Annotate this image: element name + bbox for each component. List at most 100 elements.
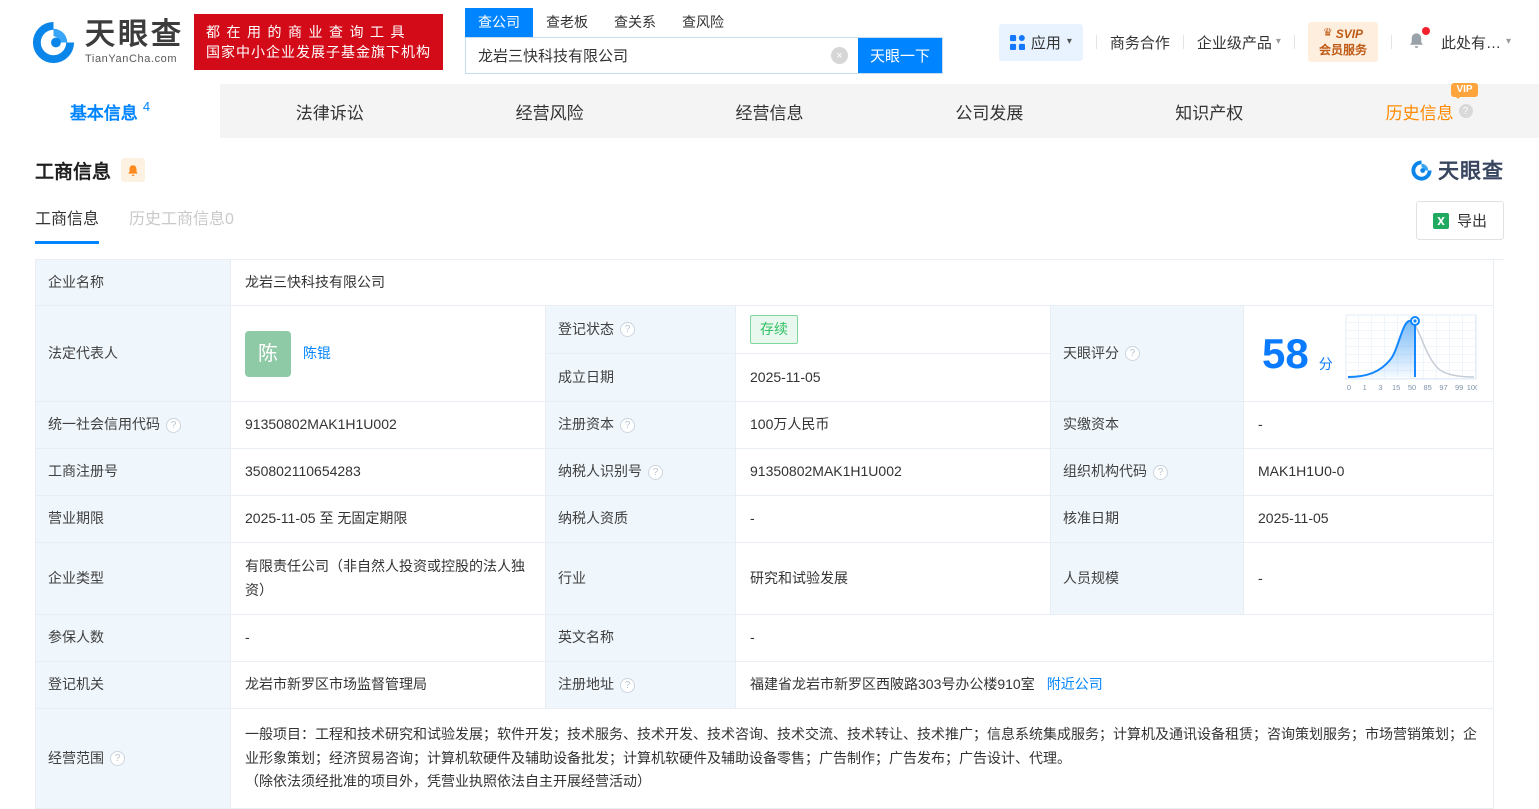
- tab-operating-info[interactable]: 经营信息: [660, 84, 880, 138]
- field-label: 组织机构代码: [1051, 449, 1244, 496]
- score-distribution-chart: 0 1 3 15 50 85 97 99 100: [1345, 314, 1477, 392]
- help-icon: [1458, 104, 1473, 118]
- chevron-down-icon: [1506, 37, 1511, 47]
- help-icon[interactable]: [648, 464, 663, 480]
- tab-history-info-label: 历史信息: [1385, 103, 1454, 123]
- divider: [1095, 35, 1097, 49]
- approval-date-value: 2025-11-05: [1244, 496, 1494, 543]
- svip-sublabel: 会员服务: [1318, 43, 1367, 57]
- field-label: 经营范围: [36, 709, 231, 809]
- search-input[interactable]: [466, 38, 821, 73]
- search-box: 天眼一下: [465, 37, 943, 74]
- field-label: 天眼评分: [1051, 306, 1244, 402]
- legal-rep-link[interactable]: 陈锟: [303, 342, 331, 366]
- apps-menu[interactable]: 应用: [998, 23, 1083, 61]
- field-label: 注册地址: [546, 662, 736, 709]
- search-tab-boss[interactable]: 查老板: [533, 8, 601, 37]
- tab-intellectual-property[interactable]: 知识产权: [1099, 84, 1319, 138]
- search-area: 查公司 查老板 查关系 查风险 天眼一下: [465, 8, 943, 74]
- staff-size-value: -: [1244, 543, 1494, 615]
- company-type-value: 有限责任公司（非自然人投资或控股的法人独资）: [231, 543, 546, 615]
- field-label: 核准日期: [1051, 496, 1244, 543]
- watermark-logo: 天眼查: [1410, 155, 1504, 185]
- svg-text:99: 99: [1455, 383, 1463, 392]
- field-label: 人员规模: [1051, 543, 1244, 615]
- tab-legal-proceedings[interactable]: 法律诉讼: [220, 84, 440, 138]
- help-icon[interactable]: [620, 322, 635, 337]
- nav-enterprise-products[interactable]: 企业级产品: [1197, 32, 1281, 53]
- field-label: 登记机关: [36, 662, 231, 709]
- search-button[interactable]: 天眼一下: [858, 38, 942, 73]
- help-icon[interactable]: [110, 751, 125, 766]
- watermark-text: 天眼查: [1438, 160, 1504, 183]
- field-label: 英文名称: [546, 615, 736, 662]
- reg-status-value: 存续: [736, 306, 1051, 354]
- org-code-value: MAK1H1U0-0: [1244, 449, 1494, 496]
- user-menu-label: 此处有…: [1440, 34, 1501, 52]
- subscribe-bell-button[interactable]: [121, 158, 146, 182]
- export-button[interactable]: 导出: [1415, 201, 1504, 240]
- help-icon[interactable]: [1153, 464, 1168, 480]
- subtab-business-info[interactable]: 工商信息: [35, 205, 100, 244]
- legal-rep-cell: 陈 陈锟: [231, 306, 546, 402]
- svg-text:100: 100: [1466, 383, 1476, 392]
- tab-operating-risk[interactable]: 经营风险: [440, 84, 660, 138]
- tab-basic-info-count: 4: [142, 98, 151, 114]
- field-label: 参保人数: [36, 615, 231, 662]
- nav-enterprise-products-label: 企业级产品: [1196, 34, 1272, 52]
- business-scope-value: 一般项目：工程和技术研究和试验发展；软件开发；技术服务、技术开发、技术咨询、技术…: [231, 709, 1494, 809]
- slogan-line1: 都在用的商业查询工具: [206, 23, 411, 40]
- paid-capital-value: -: [1244, 402, 1494, 449]
- clear-search-icon[interactable]: [831, 47, 848, 64]
- user-menu[interactable]: 此处有…: [1441, 32, 1511, 53]
- export-label: 导出: [1456, 213, 1487, 230]
- field-label: 纳税人识别号: [546, 449, 736, 496]
- svip-label: SVIP: [1335, 26, 1364, 41]
- subtab-history-business-info[interactable]: 历史工商信息0: [129, 205, 234, 244]
- excel-icon: [1432, 212, 1449, 229]
- search-tab-relation[interactable]: 查关系: [601, 8, 669, 37]
- insured-count-value: -: [231, 615, 546, 662]
- help-icon[interactable]: [620, 417, 635, 433]
- top-nav: 应用 商务合作 企业级产品 SVIP 会员服务 此处有…: [998, 21, 1511, 63]
- help-icon[interactable]: [620, 677, 635, 693]
- tab-history-info[interactable]: 历史信息 VIP: [1319, 82, 1539, 138]
- avatar[interactable]: 陈: [245, 330, 291, 377]
- search-tab-company[interactable]: 查公司: [465, 8, 533, 37]
- svg-text:1: 1: [1362, 383, 1366, 392]
- tab-basic-info[interactable]: 基本信息 4: [0, 84, 220, 138]
- help-icon[interactable]: [1125, 346, 1140, 361]
- nearby-companies-link[interactable]: 附近公司: [1047, 673, 1103, 697]
- reg-address-value: 福建省龙岩市新罗区西陂路303号办公楼910室 附近公司: [736, 662, 1494, 709]
- notification-bell-icon[interactable]: [1407, 26, 1430, 55]
- field-label: 行业: [546, 543, 736, 615]
- chevron-down-icon: [1276, 37, 1281, 47]
- tianyan-score-cell: 58 分 0 1 3 15 50 85 97 99 10: [1244, 306, 1494, 402]
- tab-company-development[interactable]: 公司发展: [879, 84, 1099, 138]
- reg-capital-value: 100万人民币: [736, 402, 1051, 449]
- field-label: 企业名称: [36, 260, 231, 306]
- field-label: 实缴资本: [1051, 402, 1244, 449]
- business-info-table: 企业名称 龙岩三快科技有限公司 法定代表人 陈 陈锟 登记状态 存续 成立日期 …: [35, 259, 1504, 809]
- watermark-logo-icon: [1411, 159, 1432, 181]
- field-label: 工商注册号: [36, 449, 231, 496]
- field-label: 法定代表人: [36, 306, 231, 402]
- tianyancha-logo[interactable]: 天眼查 TianYanCha.com: [30, 19, 184, 66]
- divider: [1390, 35, 1392, 49]
- section-title: 工商信息: [35, 161, 112, 183]
- main-content: 工商信息 天眼查 工商信息 历史工商信息0 导出 企业名称 龙岩三快科技有限公司…: [0, 150, 1539, 809]
- svg-text:97: 97: [1439, 383, 1447, 392]
- est-date-value: 2025-11-05: [736, 354, 1051, 402]
- field-label: 统一社会信用代码: [36, 402, 231, 449]
- reg-authority-value: 龙岩市新罗区市场监督管理局: [231, 662, 546, 709]
- nav-business-cooperation[interactable]: 商务合作: [1110, 32, 1170, 53]
- field-label: 成立日期: [546, 354, 736, 402]
- field-label: 企业类型: [36, 543, 231, 615]
- svip-member-badge[interactable]: SVIP 会员服务: [1307, 21, 1378, 63]
- apps-grid-icon: [1009, 34, 1025, 50]
- top-header: 天眼查 TianYanCha.com 都在用的商业查询工具 国家中小企业发展子基…: [0, 0, 1539, 84]
- search-tab-risk[interactable]: 查风险: [669, 8, 737, 37]
- divider: [1293, 35, 1295, 49]
- help-icon[interactable]: [166, 417, 181, 433]
- chevron-down-icon: [1067, 37, 1072, 47]
